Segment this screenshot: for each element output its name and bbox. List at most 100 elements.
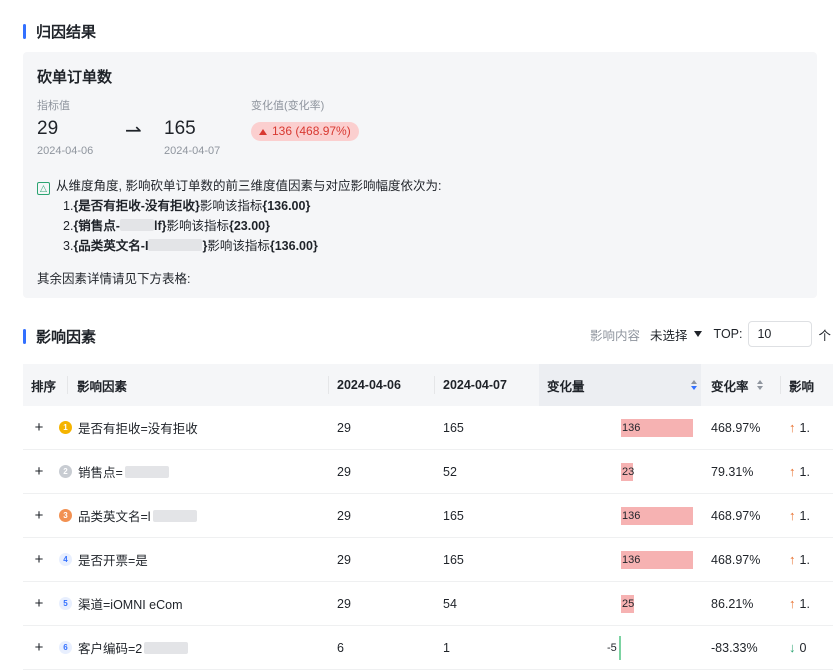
- header-rank: 排序: [31, 379, 57, 394]
- value-date1: 6: [337, 640, 344, 655]
- value-date2: 52: [443, 464, 457, 479]
- rate-value: 79.31%: [711, 464, 754, 479]
- impact-cell: ↑ 1.: [789, 494, 810, 537]
- sort-icon[interactable]: [683, 364, 697, 406]
- factor-cell: 4 是否开票=是: [59, 538, 148, 581]
- delta-cell: 25: [539, 582, 709, 625]
- table-toolbar: 影响内容 未选择 TOP: 个: [590, 321, 833, 347]
- plus-icon[interactable]: +: [31, 639, 47, 656]
- rank-badge-icon: 5: [59, 597, 72, 610]
- value-date2: 165: [443, 508, 464, 523]
- attribution-title-text: 归因结果: [36, 24, 97, 41]
- factor-cell: 2 销售点=: [59, 450, 169, 493]
- plus-icon[interactable]: +: [31, 419, 47, 436]
- table-row[interactable]: + 4 是否开票=是 29 165 136 468.97% ↑ 1.: [23, 538, 833, 582]
- insight-prefix: 3.: [63, 239, 74, 253]
- table-row[interactable]: + 6 客户编码=2 6 1 -5 -83.33% ↓ 0: [23, 626, 833, 670]
- factors-section-title: 影响因素: [23, 326, 96, 347]
- plus-icon[interactable]: +: [31, 595, 47, 612]
- rank-badge-icon: 1: [59, 421, 72, 434]
- header-factor: 影响因素: [77, 379, 128, 394]
- factor-name: 是否有拒收=没有拒收: [78, 422, 198, 436]
- delta-value: 136: [622, 422, 641, 434]
- attribution-section-title: 归因结果: [23, 21, 96, 42]
- plus-icon[interactable]: +: [31, 463, 47, 480]
- rank-badge-icon: 3: [59, 509, 72, 522]
- rank-badge-icon: 6: [59, 641, 72, 654]
- table-row[interactable]: + 1 是否有拒收=没有拒收 29 165 136 468.97% ↑ 1.: [23, 406, 833, 450]
- table-row[interactable]: + 2 销售点= 29 52 23 79.31% ↑ 1.: [23, 450, 833, 494]
- redacted-mask: [152, 509, 197, 522]
- arrow-up-icon: ↑: [789, 508, 796, 523]
- arrow-up-icon: ↑: [789, 552, 796, 567]
- table-row[interactable]: + 3 品类英文名=l 29 165 136 468.97% ↑ 1.: [23, 494, 833, 538]
- value-date1: 29: [337, 596, 351, 611]
- expand-cell: +: [31, 626, 47, 669]
- insight-factor: {销售点-: [73, 219, 120, 233]
- insight-factor-tail: lf}: [153, 219, 167, 233]
- impact-cell: ↓ 0: [789, 626, 806, 669]
- insight-suffix: 影响该指标: [207, 239, 270, 253]
- metric-name: 砍单订单数: [37, 69, 113, 86]
- factor-cell: 5 渠道=iOMNI eCom: [59, 582, 183, 625]
- impact-content-label: 影响内容: [590, 328, 641, 343]
- delta-bar: [619, 636, 621, 660]
- arrow-up-icon: ↑: [789, 596, 796, 611]
- redacted-mask: [119, 219, 154, 231]
- arrow-up-icon: ↑: [789, 464, 796, 479]
- arrow-up-icon: ↑: [789, 420, 796, 435]
- plus-icon[interactable]: +: [31, 551, 47, 568]
- arrow-down-icon: ↓: [789, 640, 796, 655]
- factor-name: 是否开票=是: [78, 554, 148, 568]
- insight-intro-text: 从维度角度, 影响砍单订单数的前三维度值因素与对应影响幅度依次为:: [56, 179, 442, 193]
- delta-cell: 136: [539, 538, 709, 581]
- impact-cell: ↑ 1.: [789, 450, 810, 493]
- delta-value: 136: [622, 554, 641, 566]
- caret-down-icon[interactable]: [693, 331, 702, 337]
- sort-icon[interactable]: [756, 380, 763, 390]
- insight-value: {136.00}: [269, 239, 318, 253]
- plus-icon[interactable]: +: [31, 507, 47, 524]
- delta-cell: 136: [539, 494, 709, 537]
- header-separator: [67, 376, 68, 394]
- rank-badge-icon: 2: [59, 465, 72, 478]
- end-date: 2024-04-07: [164, 145, 221, 157]
- top-n-input[interactable]: [748, 321, 813, 347]
- header-separator: [328, 376, 329, 394]
- delta-cell: 23: [539, 450, 709, 493]
- impact-content-select[interactable]: 未选择: [650, 325, 688, 344]
- end-value: 165: [164, 118, 196, 139]
- impact-value: 1.: [799, 508, 810, 523]
- insight-icon: △: [37, 182, 50, 195]
- impact-value: 1.: [799, 420, 810, 435]
- impact-value: 1.: [799, 596, 810, 611]
- redacted-mask: [124, 465, 169, 478]
- attribution-summary-card: 砍单订单数 指标值 变化值(变化率) 29 ⇀ 165 2024-04-06 2…: [23, 52, 817, 298]
- insight-value: {23.00}: [228, 219, 270, 233]
- insight-prefix: 2.: [63, 219, 74, 233]
- change-badge-text: 136 (468.97%): [272, 124, 351, 138]
- value-date1: 29: [337, 552, 351, 567]
- value-date2: 54: [443, 596, 457, 611]
- impact-cell: ↑ 1.: [789, 406, 810, 449]
- factor-cell: 1 是否有拒收=没有拒收: [59, 406, 198, 449]
- table-header: 排序 影响因素 2024-04-06 2024-04-07 变化量 变化率 影响: [23, 364, 833, 406]
- value-date2: 165: [443, 420, 464, 435]
- top-label: TOP:: [713, 327, 743, 341]
- delta-value: 23: [622, 466, 635, 478]
- factor-name: 客户编码=2: [78, 642, 143, 656]
- value-label: 指标值: [37, 100, 70, 112]
- table-row[interactable]: + 5 渠道=iOMNI eCom 29 54 25 86.21% ↑ 1.: [23, 582, 833, 626]
- insight-item: 2.{销售点-lf}影响该指标{23.00}: [63, 216, 441, 236]
- value-date1: 29: [337, 420, 351, 435]
- rank-badge-icon: 4: [59, 553, 72, 566]
- impact-value: 1.: [799, 464, 810, 479]
- table-body: + 1 是否有拒收=没有拒收 29 165 136 468.97% ↑ 1. + …: [23, 406, 833, 670]
- start-date: 2024-04-06: [37, 145, 94, 157]
- header-delta[interactable]: 变化量: [547, 364, 585, 406]
- header-rate[interactable]: 变化率: [711, 364, 763, 406]
- factor-name: 品类英文名=l: [78, 510, 151, 524]
- insight-prefix: 1.: [63, 199, 74, 213]
- rate-value: 468.97%: [711, 508, 761, 523]
- expand-cell: +: [31, 538, 47, 581]
